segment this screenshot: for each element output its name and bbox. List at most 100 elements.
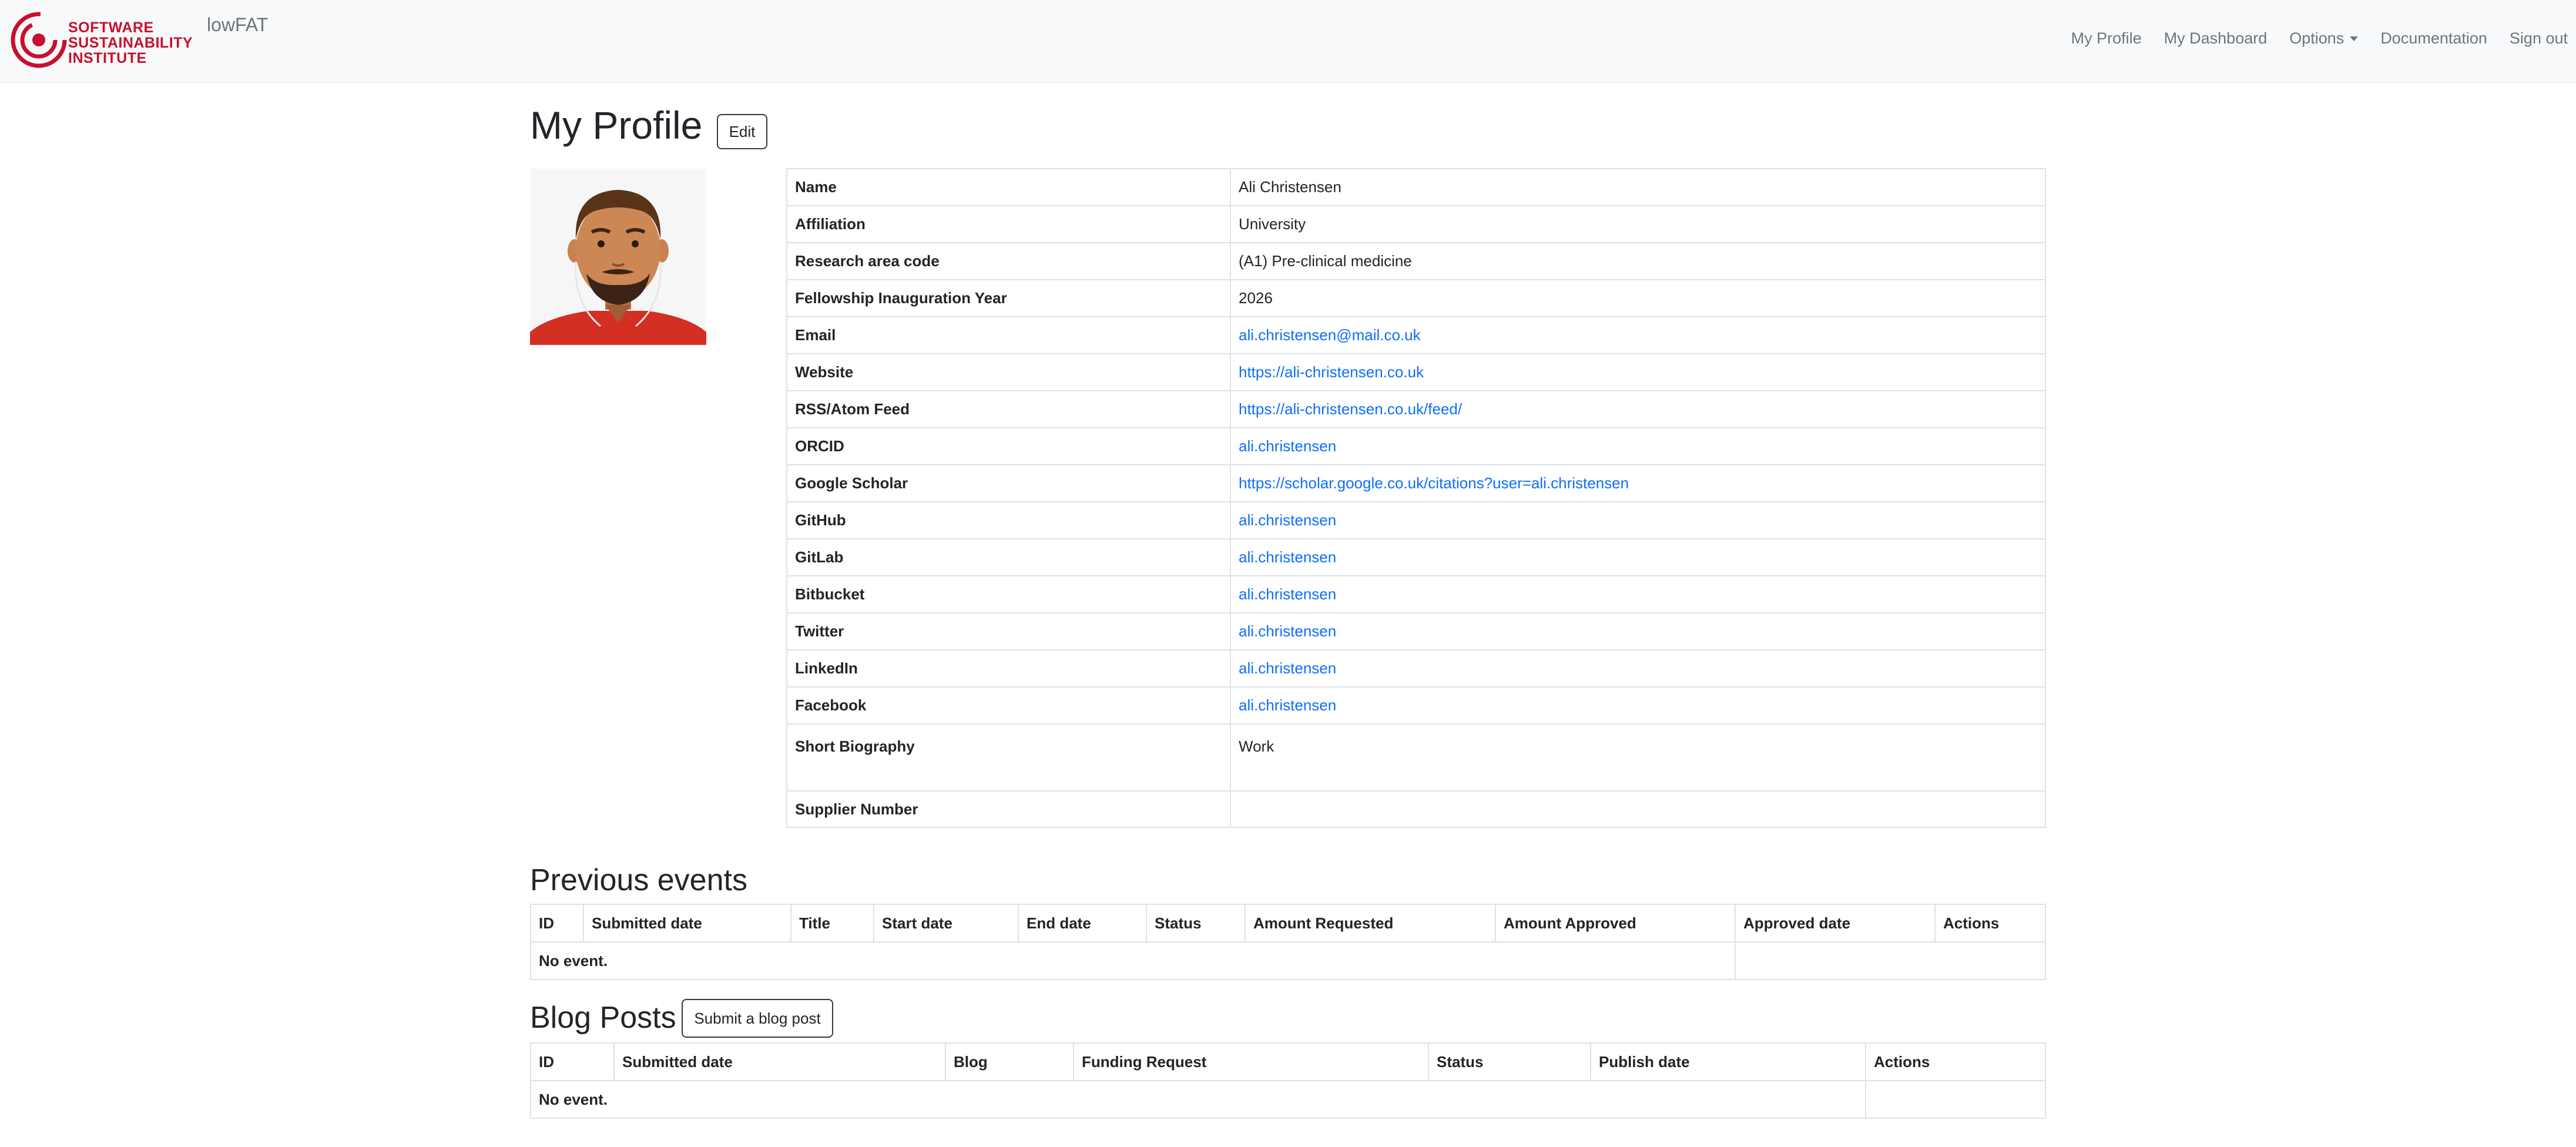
logo-line-3: INSTITUTE xyxy=(68,50,147,66)
field-label: Twitter xyxy=(786,612,1231,650)
profile-row-orcid: ORCID ali.christensen xyxy=(786,427,2046,465)
profile-row-website: Website https://ali-christensen.co.uk xyxy=(786,353,2046,391)
field-label: Affiliation xyxy=(786,205,1231,243)
empty-cell xyxy=(1735,941,2046,980)
previous-events-table: ID Submitted date Title Start date End d… xyxy=(530,904,2046,980)
field-label: Research area code xyxy=(786,242,1231,280)
brand-name[interactable]: lowFAT xyxy=(207,14,268,36)
profile-row-affiliation: Affiliation University xyxy=(786,205,2046,243)
logo-line-1: SOFTWARE xyxy=(68,19,154,36)
facebook-link[interactable]: ali.christensen xyxy=(1239,696,1336,714)
field-label: Facebook xyxy=(786,686,1231,725)
field-label: Supplier Number xyxy=(786,790,1231,828)
field-label: ORCID xyxy=(786,427,1231,465)
nav-options-dropdown[interactable]: Options xyxy=(2289,29,2359,48)
column-header: Start date xyxy=(873,904,1019,943)
column-header: Title xyxy=(790,904,874,943)
ssi-logo[interactable]: SOFTWARE SUSTAINABILITY INSTITUTE xyxy=(11,12,199,71)
table-header-row: ID Submitted date Title Start date End d… xyxy=(530,904,2046,943)
logo-line-2: SUSTAINABILITY xyxy=(68,35,193,51)
gitlab-link[interactable]: ali.christensen xyxy=(1239,548,1336,566)
profile-row-research-area: Research area code (A1) Pre-clinical medi… xyxy=(786,242,2046,280)
nav-my-dashboard[interactable]: My Dashboard xyxy=(2164,29,2268,48)
column-header: Funding Request xyxy=(1073,1042,1429,1081)
profile-row-bio: Short Biography Work xyxy=(786,723,2046,792)
profile-details-table: Name Ali Christensen Affiliation Universit… xyxy=(786,168,2046,828)
blog-posts-heading: Blog Posts xyxy=(530,1001,676,1035)
field-label: RSS/Atom Feed xyxy=(786,390,1231,428)
rss-link[interactable]: https://ali-christensen.co.uk/feed/ xyxy=(1239,400,1462,418)
profile-row-gitlab: GitLab ali.christensen xyxy=(786,538,2046,576)
profile-row-facebook: Facebook ali.christensen xyxy=(786,686,2046,725)
google-scholar-link[interactable]: https://scholar.google.co.uk/citations?u… xyxy=(1239,474,1629,492)
navbar: SOFTWARE SUSTAINABILITY INSTITUTE lowFAT… xyxy=(0,0,2576,83)
field-label: Short Biography xyxy=(786,723,1231,792)
column-header: ID xyxy=(530,904,584,943)
field-label: Google Scholar xyxy=(786,464,1231,502)
field-label: Bitbucket xyxy=(786,575,1231,613)
profile-row-supplier: Supplier Number xyxy=(786,790,2046,828)
field-label: GitLab xyxy=(786,538,1231,576)
name-value: Ali Christensen xyxy=(1230,168,2046,206)
table-header-row: ID Submitted date Blog Funding Request S… xyxy=(530,1042,2046,1081)
column-header: Amount Approved xyxy=(1495,904,1736,943)
email-link[interactable]: ali.christensen@mail.co.uk xyxy=(1239,326,1421,344)
field-label: LinkedIn xyxy=(786,649,1231,687)
profile-row-rss: RSS/Atom Feed https://ali-christensen.co.… xyxy=(786,390,2046,428)
column-header: Submitted date xyxy=(613,1042,946,1081)
profile-row-linkedin: LinkedIn ali.christensen xyxy=(786,649,2046,687)
nav-my-profile[interactable]: My Profile xyxy=(2071,29,2142,48)
empty-cell xyxy=(1866,1080,2046,1119)
supplier-value xyxy=(1230,790,2046,828)
column-header: Actions xyxy=(1934,904,2046,943)
column-header: Publish date xyxy=(1590,1042,1866,1081)
ssi-logo-icon xyxy=(11,12,67,68)
column-header: Actions xyxy=(1865,1042,2046,1081)
page-title: My Profile xyxy=(530,103,703,147)
previous-events-heading: Previous events xyxy=(530,863,747,897)
column-header: Approved date xyxy=(1735,904,1936,943)
field-label: GitHub xyxy=(786,501,1231,539)
nav-documentation[interactable]: Documentation xyxy=(2380,29,2487,48)
profile-row-name: Name Ali Christensen xyxy=(786,168,2046,206)
table-row: No event. xyxy=(530,1080,2046,1119)
column-header: Blog xyxy=(945,1042,1074,1081)
table-row: No event. xyxy=(530,941,2046,980)
nav-sign-out[interactable]: Sign out xyxy=(2510,29,2568,48)
field-label: Website xyxy=(786,353,1231,391)
blog-posts-table: ID Submitted date Blog Funding Request S… xyxy=(530,1042,2046,1119)
profile-row-github: GitHub ali.christensen xyxy=(786,501,2046,539)
submit-blog-post-button[interactable]: Submit a blog post xyxy=(682,999,833,1038)
twitter-link[interactable]: ali.christensen xyxy=(1239,622,1336,640)
linkedin-link[interactable]: ali.christensen xyxy=(1239,659,1336,677)
empty-message: No event. xyxy=(530,941,1736,980)
affiliation-value: University xyxy=(1230,205,2046,243)
profile-row-inauguration-year: Fellowship Inauguration Year 2026 xyxy=(786,279,2046,317)
avatar xyxy=(530,169,706,345)
profile-row-google-scholar: Google Scholar https://scholar.google.co.… xyxy=(786,464,2046,502)
field-label: Email xyxy=(786,316,1231,354)
field-label: Name xyxy=(786,168,1231,206)
orcid-link[interactable]: ali.christensen xyxy=(1239,437,1336,455)
logo-text: SOFTWARE SUSTAINABILITY INSTITUTE xyxy=(68,20,193,66)
chevron-down-icon xyxy=(2350,36,2359,41)
profile-row-twitter: Twitter ali.christensen xyxy=(786,612,2046,650)
profile-row-email: Email ali.christensen@mail.co.uk xyxy=(786,316,2046,354)
column-header: Status xyxy=(1428,1042,1591,1081)
inauguration-year-value: 2026 xyxy=(1230,279,2046,317)
column-header: End date xyxy=(1018,904,1147,943)
edit-button[interactable]: Edit xyxy=(717,114,767,149)
bitbucket-link[interactable]: ali.christensen xyxy=(1239,585,1336,603)
research-area-value: (A1) Pre-clinical medicine xyxy=(1230,242,2046,280)
nav-links: My Profile My Dashboard Options Document… xyxy=(2071,29,2568,48)
github-link[interactable]: ali.christensen xyxy=(1239,511,1336,529)
website-link[interactable]: https://ali-christensen.co.uk xyxy=(1239,363,1424,381)
field-label: Fellowship Inauguration Year xyxy=(786,279,1231,317)
column-header: Submitted date xyxy=(583,904,791,943)
column-header: Amount Requested xyxy=(1245,904,1496,943)
bio-value: Work xyxy=(1230,723,2046,792)
column-header: ID xyxy=(530,1042,615,1081)
column-header: Status xyxy=(1146,904,1246,943)
nav-options-label: Options xyxy=(2289,29,2344,47)
profile-row-bitbucket: Bitbucket ali.christensen xyxy=(786,575,2046,613)
